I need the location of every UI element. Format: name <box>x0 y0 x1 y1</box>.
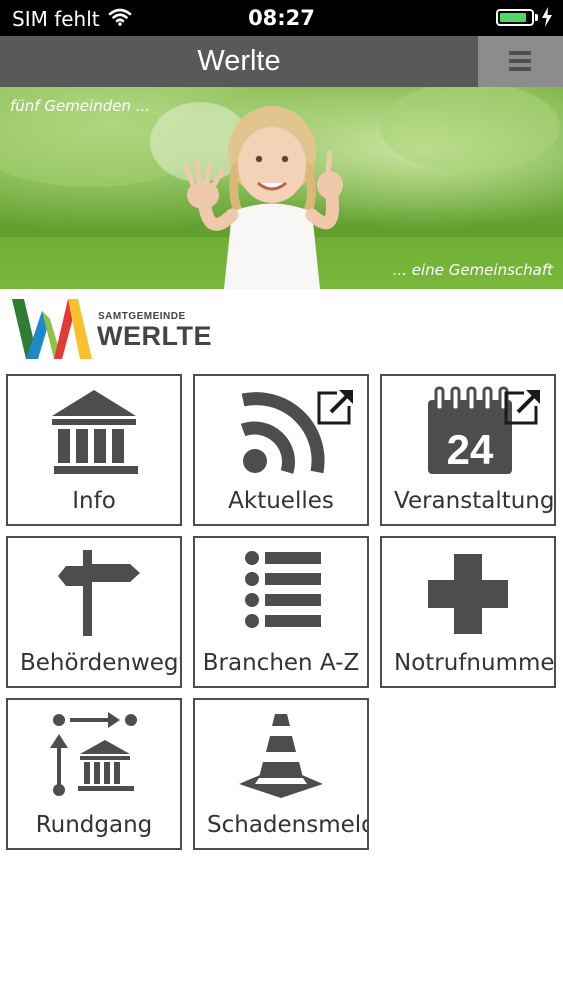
clock: 08:27 <box>248 6 315 30</box>
page-title: Werlte <box>197 45 281 77</box>
werlte-logo-mark <box>12 299 92 359</box>
tile-label: Behördenwegweiser <box>20 650 180 676</box>
tile-info[interactable]: Info <box>6 374 182 526</box>
calendar-number: 24 <box>447 426 494 473</box>
battery-icon <box>496 9 534 26</box>
tile-behoerdenwegweiser[interactable]: Behördenwegweiser <box>6 536 182 688</box>
battery-cap <box>535 14 538 21</box>
tile-label: Rundgang <box>35 812 153 838</box>
tile-rundgang[interactable]: Rundgang <box>6 698 182 850</box>
external-link-icon <box>317 388 355 425</box>
status-bar: SIM fehlt 08:27 <box>0 0 563 36</box>
tile-label: Aktuelles <box>228 488 334 514</box>
signpost-icon <box>58 550 140 636</box>
child-photo <box>0 87 563 289</box>
tour-icon <box>50 712 137 796</box>
tile-label: Schadensmeldung <box>207 812 367 838</box>
traffic-cone-icon <box>239 714 323 798</box>
museum-icon <box>52 390 138 474</box>
charging-bolt-icon <box>541 7 553 32</box>
tile-notrufnummern[interactable]: Notrufnummern <box>380 536 556 688</box>
hero-banner: fünf Gemeinden ... ... eine Gemeinschaft <box>0 87 563 289</box>
tile-label: Info <box>72 488 116 514</box>
tile-veranstaltungen[interactable]: 24 Veranstaltungen <box>380 374 556 526</box>
tile-branchen[interactable]: Branchen A-Z <box>193 536 369 688</box>
menu-button[interactable] <box>478 36 563 87</box>
hamburger-icon <box>509 51 531 71</box>
samtgemeinde-logo: SAMTGEMEINDE WERLTE <box>12 297 232 363</box>
banner-right-text: ... eine Gemeinschaft <box>392 261 553 279</box>
tile-label: Notrufnummern <box>394 650 555 676</box>
logo-big-text: WERLTE <box>97 321 212 351</box>
navigation-bar: Werlte <box>0 36 563 87</box>
tile-label: Veranstaltungen <box>394 488 555 514</box>
banner-left-text: fünf Gemeinden ... <box>10 97 151 115</box>
tile-schadensmeldung[interactable]: Schadensmeldung <box>193 698 369 850</box>
medical-cross-icon <box>428 554 508 634</box>
external-link-icon <box>504 388 542 425</box>
tile-aktuelles[interactable]: Aktuelles <box>193 374 369 526</box>
tile-label: Branchen A-Z <box>202 650 360 676</box>
list-icon <box>245 551 321 628</box>
